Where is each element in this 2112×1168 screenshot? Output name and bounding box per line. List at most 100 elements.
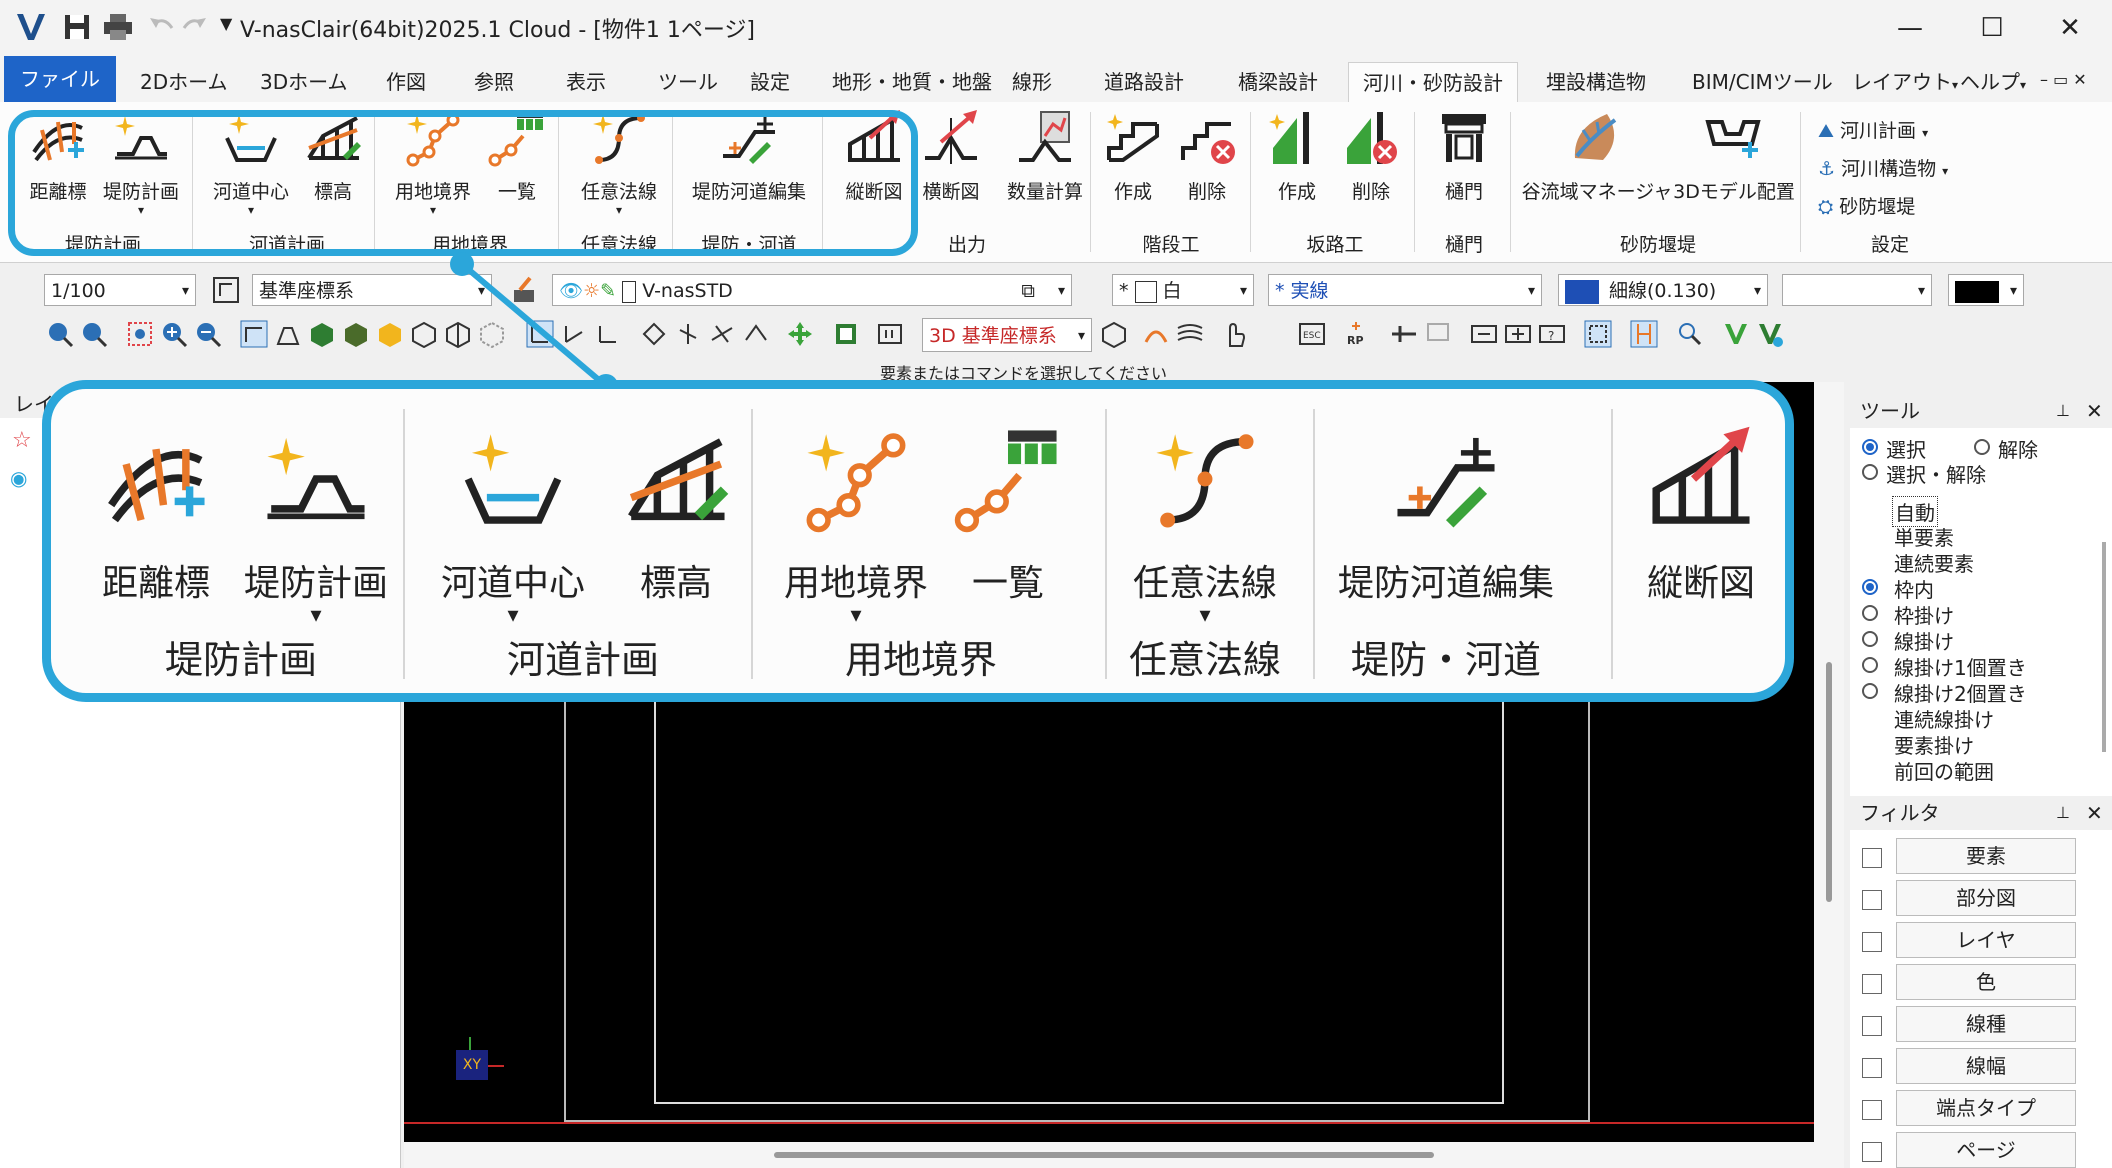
filter-check-line-width[interactable] — [1862, 1058, 1882, 1078]
ribbon-minimize-icon[interactable]: – ▭ ✕ — [2040, 70, 2087, 89]
tab-reference[interactable]: 参照 — [468, 62, 520, 102]
rotate-y-icon[interactable] — [674, 320, 702, 348]
coordinate-icon[interactable] — [212, 276, 240, 304]
repeat-icon[interactable]: RP — [1344, 320, 1372, 348]
page-frame-icon[interactable] — [876, 320, 904, 348]
filter-check-color[interactable] — [1862, 974, 1882, 994]
3d-box-icon[interactable] — [1100, 320, 1128, 348]
filter-button-line-type[interactable]: 線種 — [1896, 1006, 2076, 1042]
radio-release[interactable] — [1974, 439, 1990, 455]
tab-tools[interactable]: ツール — [652, 62, 724, 102]
tab-view[interactable]: 表示 — [560, 62, 612, 102]
cube-green-icon[interactable] — [342, 320, 370, 348]
filter-button-endpoint[interactable]: 端点タイプ — [1896, 1090, 2076, 1126]
pen-color-combo[interactable]: ▾ — [1948, 274, 2024, 306]
pin-icon[interactable]: ⊥ — [2056, 394, 2070, 428]
dropdown-arrow-icon[interactable]: ▾ — [423, 605, 603, 627]
mode-line-cross-1[interactable]: 線掛け1個置き — [1894, 652, 2027, 681]
grid-snap-icon[interactable] — [1424, 320, 1452, 348]
plan-view-icon[interactable] — [240, 320, 268, 348]
radio-window-cross[interactable] — [1862, 605, 1878, 621]
radio-line-cross-1[interactable] — [1862, 657, 1878, 673]
filter-check-layer[interactable] — [1862, 932, 1882, 952]
filter-button-element[interactable]: 要素 — [1896, 838, 2076, 874]
stair-delete-button[interactable]: 削除 — [1172, 108, 1242, 204]
question-box-icon[interactable]: ? — [1538, 320, 1566, 348]
save-icon[interactable] — [62, 12, 92, 42]
layer-list-icon[interactable]: ⧉ — [1021, 275, 1035, 307]
tab-file[interactable]: ファイル — [4, 56, 116, 102]
color-combo[interactable]: * 白 ▾ — [1112, 274, 1254, 306]
search-icon[interactable] — [1676, 320, 1704, 348]
tool-panel-close-button[interactable]: ✕ — [2086, 394, 2103, 428]
tab-terrain[interactable]: 地形・地質・地盤 — [826, 62, 998, 102]
undo-icon[interactable] — [146, 12, 176, 42]
fit-icon[interactable] — [832, 320, 860, 348]
sabo-dam-button[interactable]: ⛭ 砂防堰堤 — [1818, 192, 1915, 219]
filter-check-page[interactable] — [1862, 1142, 1882, 1162]
filter-check-partial[interactable] — [1862, 890, 1882, 910]
radio-select-release[interactable] — [1862, 464, 1878, 480]
mode-continuous[interactable]: 連続要素 — [1894, 548, 1974, 577]
print-icon[interactable] — [102, 12, 134, 42]
mode-line-cross-2[interactable]: 線掛け2個置き — [1894, 678, 2027, 707]
rotate-z-icon[interactable] — [708, 320, 736, 348]
tab-settings[interactable]: 設定 — [744, 62, 796, 102]
quantity-calc-button[interactable]: 数量計算 — [990, 108, 1100, 204]
mode-window-in[interactable]: 枠内 — [1894, 574, 1934, 603]
filter-button-line-width[interactable]: 線幅 — [1896, 1048, 2076, 1084]
mode-previous-range[interactable]: 前回の範囲 — [1894, 756, 1994, 784]
tab-alignment[interactable]: 線形 — [1006, 62, 1058, 102]
redo-icon[interactable] — [180, 12, 210, 42]
vnas-check-icon[interactable] — [1722, 320, 1750, 348]
cube-yellow-icon[interactable] — [376, 320, 404, 348]
sluice-gate-button[interactable]: 樋門 — [1424, 108, 1504, 204]
layer-combo[interactable]: 👁☼✎ V-nasSTD ⧉ ▾ — [552, 274, 1072, 306]
tab-3d-home[interactable]: 3Dホーム — [254, 62, 354, 102]
radio-window-in[interactable] — [1862, 579, 1878, 595]
zoom-b-icon[interactable] — [80, 320, 108, 348]
horizontal-scroll-thumb[interactable] — [774, 1152, 1434, 1158]
tab-river-erosion[interactable]: 河川・砂防設計 — [1348, 62, 1518, 103]
basin-manager-button[interactable]: 谷流域マネージャ — [1520, 108, 1674, 204]
tab-bridge-design[interactable]: 橋梁設計 — [1232, 62, 1324, 102]
3d-model-place-button[interactable]: 3Dモデル配置 — [1672, 108, 1796, 204]
measure-icon[interactable] — [1390, 320, 1418, 348]
mode-continuous-line[interactable]: 連続線掛け — [1894, 704, 1994, 733]
cube-dark-icon[interactable] — [308, 320, 336, 348]
eye-icon[interactable]: ◉ — [10, 466, 27, 490]
zoom-embankment-channel-edit-button[interactable]: 堤防河道編集 — [1321, 423, 1571, 606]
filter-button-partial[interactable]: 部分図 — [1896, 880, 2076, 916]
ramp-delete-button[interactable]: 削除 — [1336, 108, 1406, 204]
close-button[interactable]: ✕ — [2040, 8, 2100, 48]
filter-check-line-type[interactable] — [1862, 1016, 1882, 1036]
rotate-x-icon[interactable] — [742, 320, 770, 348]
zoom-land-boundary-button[interactable]: 用地境界 ▾ — [771, 423, 941, 627]
select-frame-icon[interactable] — [1584, 320, 1612, 348]
hatch-icon[interactable] — [1176, 320, 1204, 348]
cross-section-button[interactable]: 横断図 — [914, 108, 988, 204]
river-structure-button[interactable]: ⚓ 河川構造物 ▾ — [1818, 154, 1948, 181]
tab-road-design[interactable]: 道路設計 — [1098, 62, 1190, 102]
zoom-in-icon[interactable] — [160, 320, 188, 348]
filter-button-color[interactable]: 色 — [1896, 964, 2076, 1000]
zoom-list-button[interactable]: 一覧 — [943, 423, 1073, 606]
mode-single[interactable]: 単要素 — [1894, 522, 1954, 551]
zoom-out-icon[interactable] — [194, 320, 222, 348]
cube-wire-icon[interactable] — [410, 320, 438, 348]
minus-box-icon[interactable] — [1470, 320, 1498, 348]
ramp-create-button[interactable]: 作成 — [1262, 108, 1332, 204]
hand-pointer-icon[interactable] — [1220, 320, 1248, 348]
tab-buried-structures[interactable]: 埋設構造物 — [1540, 62, 1652, 102]
maximize-button[interactable]: ☐ — [1962, 8, 2022, 48]
horizontal-scrollbar[interactable] — [404, 1142, 1814, 1168]
zoom-a-icon[interactable] — [46, 320, 74, 348]
filter-button-page[interactable]: ページ — [1896, 1132, 2076, 1168]
mode-window-cross[interactable]: 枠掛け — [1894, 600, 1954, 629]
zoom-channel-center-button[interactable]: 河道中心 ▾ — [423, 423, 603, 627]
elevation-view-icon[interactable] — [274, 320, 302, 348]
radio-select[interactable] — [1862, 439, 1878, 455]
line-width-combo[interactable]: 細線(0.130) ▾ — [1558, 274, 1768, 306]
zoom-arbitrary-normal-button[interactable]: 任意法線 ▾ — [1115, 423, 1295, 627]
zoom-distance-marker-button[interactable]: 距離標 — [81, 423, 231, 606]
